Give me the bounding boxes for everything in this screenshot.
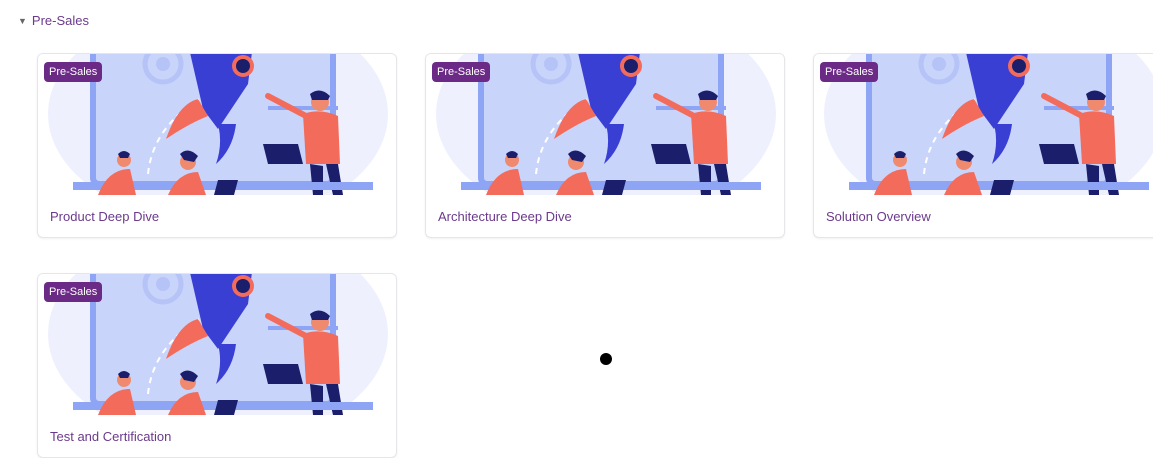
course-card-product-deep-dive[interactable]: Pre-Sales Product Deep Dive [37, 53, 397, 238]
mouse-cursor-dot [600, 353, 612, 365]
course-card-architecture-deep-dive[interactable]: Pre-Sales Architecture Deep Dive [425, 53, 785, 238]
course-title[interactable]: Product Deep Dive [50, 209, 159, 224]
course-title[interactable]: Architecture Deep Dive [438, 209, 572, 224]
course-card-solution-overview[interactable]: Pre-Sales Solution Overview [813, 53, 1153, 238]
section-toggle-pre-sales[interactable]: ▼ Pre-Sales [18, 13, 89, 28]
caret-down-icon: ▼ [18, 15, 27, 26]
course-title[interactable]: Solution Overview [826, 209, 931, 224]
course-title[interactable]: Test and Certification [50, 429, 171, 444]
category-badge: Pre-Sales [820, 62, 879, 82]
category-badge: Pre-Sales [44, 282, 103, 302]
category-badge: Pre-Sales [432, 62, 491, 82]
course-card-test-and-certification[interactable]: Pre-Sales Test and Certification [37, 273, 397, 458]
section-title: Pre-Sales [31, 13, 89, 28]
category-badge: Pre-Sales [44, 62, 103, 82]
